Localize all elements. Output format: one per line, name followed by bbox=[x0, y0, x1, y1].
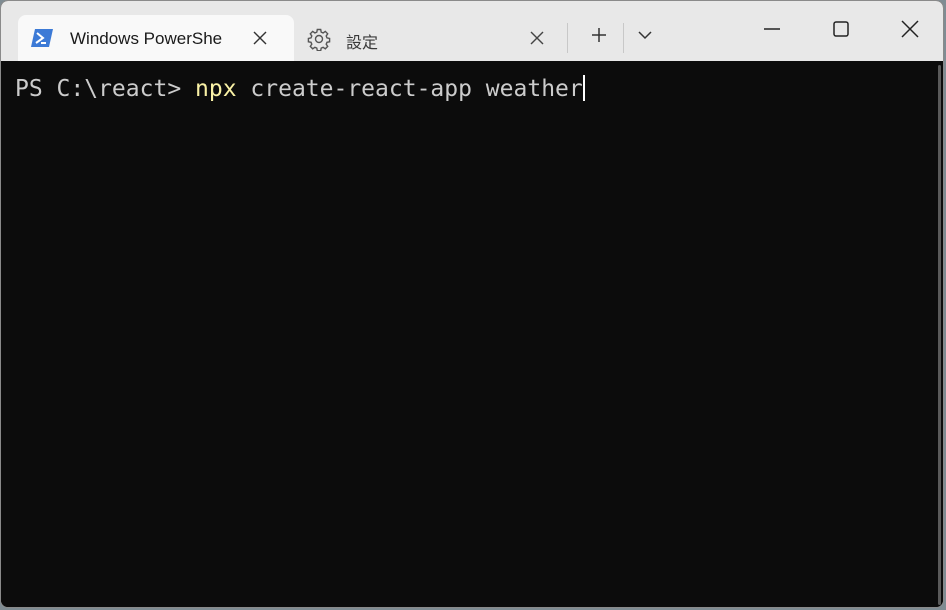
close-tab-icon[interactable] bbox=[250, 28, 270, 48]
tab-dropdown-button[interactable] bbox=[627, 19, 663, 55]
plus-icon bbox=[590, 26, 608, 49]
powershell-icon bbox=[31, 28, 53, 48]
chevron-down-icon bbox=[637, 27, 653, 48]
command-line: PS C:\react> npx create-react-app weathe… bbox=[15, 75, 585, 103]
prompt: PS C:\react> bbox=[15, 76, 196, 102]
command: npx bbox=[195, 76, 237, 102]
close-tab-icon[interactable] bbox=[527, 28, 547, 48]
title-bar[interactable]: Windows PowerShe 設定 bbox=[1, 1, 943, 61]
minimize-icon bbox=[763, 20, 781, 43]
command-arguments: create-react-app weather bbox=[236, 76, 583, 102]
gear-icon bbox=[307, 27, 331, 52]
close-window-button[interactable] bbox=[876, 1, 943, 61]
maximize-icon bbox=[832, 20, 850, 43]
console-area[interactable]: PS C:\react> npx create-react-app weathe… bbox=[1, 61, 943, 607]
maximize-button[interactable] bbox=[807, 1, 875, 61]
terminal-window: Windows PowerShe 設定 PS C:\react> npx cre… bbox=[0, 0, 944, 608]
tab-divider bbox=[567, 23, 568, 53]
tab-label: Windows PowerShe bbox=[70, 29, 223, 48]
tab-windows-powershell[interactable]: Windows PowerShe bbox=[18, 15, 294, 61]
tab-divider bbox=[623, 23, 624, 53]
tab-settings[interactable]: 設定 bbox=[301, 15, 555, 61]
new-tab-button[interactable] bbox=[581, 19, 617, 55]
tab-label: 設定 bbox=[346, 33, 379, 52]
close-icon bbox=[901, 19, 919, 43]
scrollbar[interactable] bbox=[938, 65, 941, 605]
text-cursor bbox=[582, 75, 585, 101]
minimize-button[interactable] bbox=[738, 1, 806, 61]
